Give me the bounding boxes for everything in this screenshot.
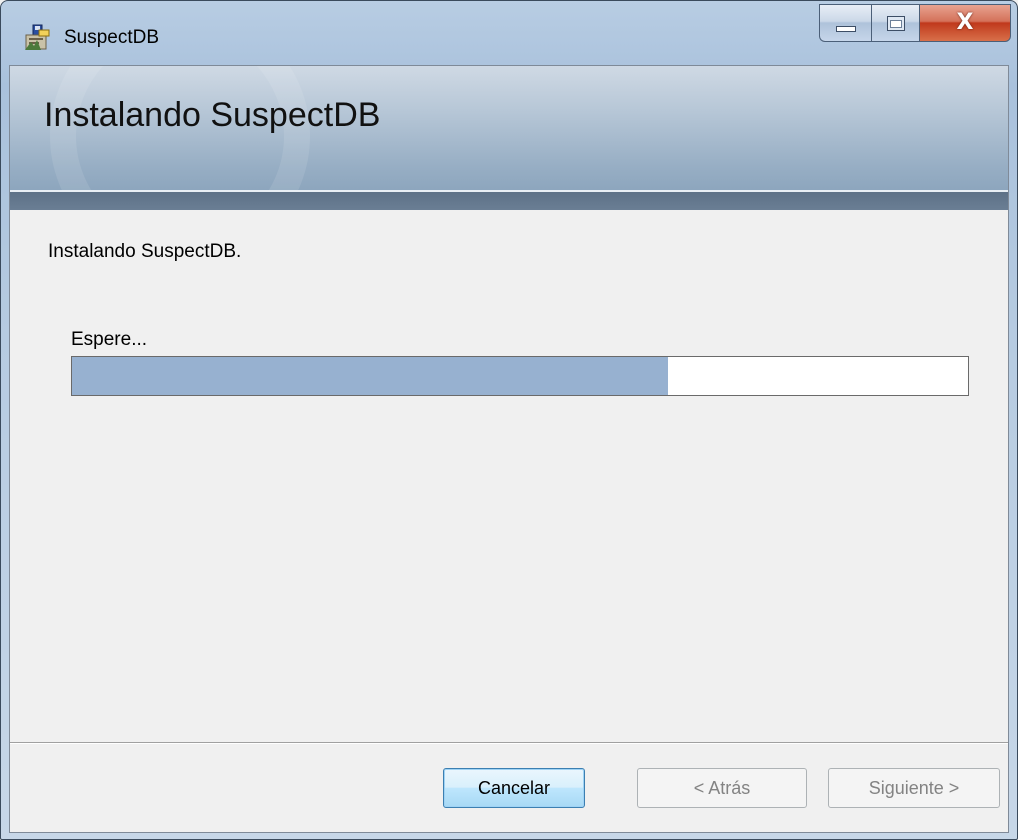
back-button[interactable]: < Atrás — [637, 768, 807, 808]
status-text: Instalando SuspectDB. — [48, 241, 242, 262]
title-bar[interactable]: SuspectDB X — [1, 1, 1017, 65]
wait-label: Espere... — [71, 329, 148, 350]
installer-window: SuspectDB X Instalando SuspectDB Instala… — [0, 0, 1018, 840]
maximize-icon — [886, 15, 905, 31]
cancel-button[interactable]: Cancelar — [443, 768, 585, 808]
window-title: SuspectDB — [64, 27, 160, 48]
progress-bar — [71, 356, 969, 396]
close-button[interactable]: X — [919, 4, 1011, 42]
progress-bar-fill — [72, 357, 668, 395]
next-button[interactable]: Siguiente > — [828, 768, 1000, 808]
caption-buttons: X — [819, 4, 1011, 42]
footer-divider — [10, 742, 1008, 744]
banner-band — [10, 192, 1008, 210]
maximize-button[interactable] — [871, 4, 919, 42]
dialog-client-area: Instalando SuspectDB Instalando SuspectD… — [9, 65, 1009, 833]
header-banner: Instalando SuspectDB — [10, 66, 1008, 192]
installer-icon — [23, 24, 51, 52]
minimize-button[interactable] — [819, 4, 871, 42]
minimize-icon — [835, 26, 856, 32]
close-icon: X — [956, 10, 974, 35]
banner-title: Instalando SuspectDB — [44, 96, 381, 134]
